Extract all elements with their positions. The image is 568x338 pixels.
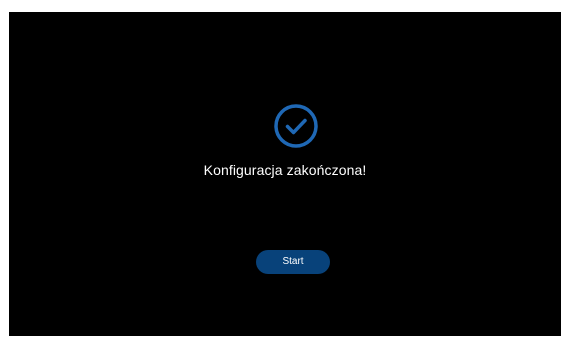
setup-complete-message: Konfiguracja zakończona! [203,162,367,178]
check-circle-icon [274,104,318,148]
start-button[interactable]: Start [256,250,330,274]
setup-complete-screen: Konfiguracja zakończona! Start [9,12,561,336]
